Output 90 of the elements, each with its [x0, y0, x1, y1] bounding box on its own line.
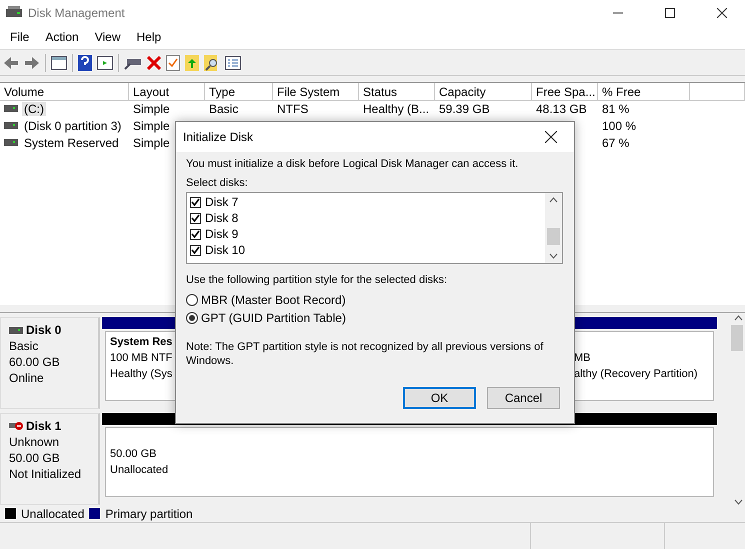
radio-option[interactable]: GPT (GUID Partition Table) — [186, 309, 563, 327]
panel-icon[interactable] — [51, 56, 67, 70]
maximize-icon[interactable] — [665, 8, 675, 18]
note-text: Note: The GPT partition style is not recognized by all previous versions of Windows. — [186, 340, 544, 368]
field-label: Select disks: — [186, 177, 249, 189]
partition-name: System Res — [110, 335, 172, 350]
disk-type: Basic — [9, 338, 40, 354]
disk-list-item[interactable]: Disk 9 — [190, 226, 545, 242]
table-cell: 100 % — [602, 118, 636, 132]
disk-size: 60.00 GB — [9, 354, 61, 370]
cancel-button[interactable]: Cancel — [487, 387, 560, 409]
field-label: Use the following partition style for the selected disks: — [186, 274, 448, 286]
scroll-down-icon[interactable] — [549, 253, 558, 259]
drive-label[interactable]: System Reserved — [22, 136, 121, 150]
folder-up-icon[interactable] — [185, 54, 199, 70]
disk-name: Disk 0 — [9, 322, 98, 338]
delete-icon[interactable] — [147, 56, 161, 70]
scrollbar[interactable] — [545, 193, 562, 263]
checklist-icon[interactable] — [166, 54, 180, 70]
disk-error-icon — [9, 421, 23, 431]
partition-text: 50.00 GB — [110, 447, 156, 462]
column-header[interactable]: Status — [359, 83, 435, 101]
table-cell: Healthy (B... — [363, 102, 430, 116]
scroll-thumb[interactable] — [731, 325, 743, 351]
dialog-title: Initialize Disk — [183, 130, 254, 144]
partition-text: 100 MB NTF — [110, 351, 172, 366]
dialog-message: You must initialize a disk before Logical Disk Manager can access it. — [186, 158, 520, 170]
drive-icon — [9, 326, 23, 334]
table-cell: NTFS — [277, 102, 308, 116]
table-cell: Simple — [133, 136, 170, 150]
disk-status: Not Initialized — [9, 466, 82, 482]
menu-item[interactable]: View — [86, 30, 128, 44]
table-cell: Simple — [133, 118, 170, 132]
app-icon — [6, 6, 22, 20]
checkbox[interactable] — [190, 196, 201, 208]
close-icon[interactable] — [545, 131, 557, 143]
drive-icon — [4, 139, 18, 146]
scroll-up-icon[interactable] — [549, 197, 558, 203]
column-header[interactable]: % Free — [598, 83, 690, 101]
drive-icon — [4, 122, 18, 129]
radio-button[interactable] — [186, 294, 198, 306]
disk-list-item[interactable]: Disk 10 — [190, 242, 545, 258]
menu-item[interactable]: File — [2, 30, 38, 44]
table-cell: 48.13 GB — [536, 102, 587, 116]
disk-name: Disk 1 — [9, 418, 98, 434]
column-header[interactable]: Layout — [129, 83, 205, 101]
partition-text: Healthy (Sys — [110, 367, 172, 382]
checkbox[interactable] — [190, 244, 201, 256]
scroll-up-icon[interactable] — [734, 315, 742, 321]
partition-text: althy (Recovery Partition) — [574, 367, 698, 382]
window-title: Disk Management — [28, 6, 126, 20]
help-icon[interactable] — [78, 54, 92, 70]
close-icon[interactable] — [717, 8, 727, 18]
radio-option[interactable]: MBR (Master Boot Record) — [186, 291, 563, 309]
column-header[interactable]: Capacity — [435, 83, 532, 101]
properties-icon[interactable] — [225, 56, 241, 70]
checkbox[interactable] — [190, 228, 201, 240]
disk-type: Unknown — [9, 434, 60, 450]
menu-item[interactable]: Help — [128, 30, 170, 44]
forward-icon[interactable] — [24, 56, 40, 70]
ok-button[interactable]: OK — [403, 387, 476, 409]
legend-label: Primary partition — [105, 506, 193, 520]
menu-item[interactable]: Action — [37, 30, 87, 44]
scroll-thumb[interactable] — [547, 228, 560, 245]
column-header[interactable]: Volume — [0, 83, 129, 101]
panel-icon[interactable] — [97, 56, 113, 70]
scroll-down-icon[interactable] — [734, 499, 742, 505]
column-header[interactable]: Type — [205, 83, 273, 101]
table-cell: Basic — [209, 102, 238, 116]
table-cell: 81 % — [602, 102, 630, 116]
drive-icon — [4, 105, 18, 112]
disk-status: Online — [9, 370, 45, 386]
radio-button[interactable] — [186, 312, 198, 324]
column-header[interactable]: Free Spa... — [532, 83, 598, 101]
drive-label[interactable]: (Disk 0 partition 3) — [22, 118, 124, 132]
disk-list-item[interactable]: Disk 7 — [190, 194, 545, 210]
checkbox[interactable] — [190, 212, 201, 224]
legend-label: Unallocated — [21, 506, 84, 520]
disk-list-item[interactable]: Disk 8 — [190, 210, 545, 226]
column-header — [690, 83, 745, 101]
partition-text: MB — [574, 351, 590, 366]
table-cell: 59.39 GB — [439, 102, 490, 116]
column-header[interactable]: File System — [273, 83, 359, 101]
table-cell: 67 % — [602, 136, 630, 150]
drive-label[interactable]: (C:) — [22, 102, 46, 116]
disk-size: 50.00 GB — [9, 450, 61, 466]
back-icon[interactable] — [3, 56, 19, 70]
table-cell: Simple — [133, 102, 170, 116]
folder-search-icon[interactable] — [204, 54, 220, 70]
partition-text: Unallocated — [110, 463, 168, 478]
